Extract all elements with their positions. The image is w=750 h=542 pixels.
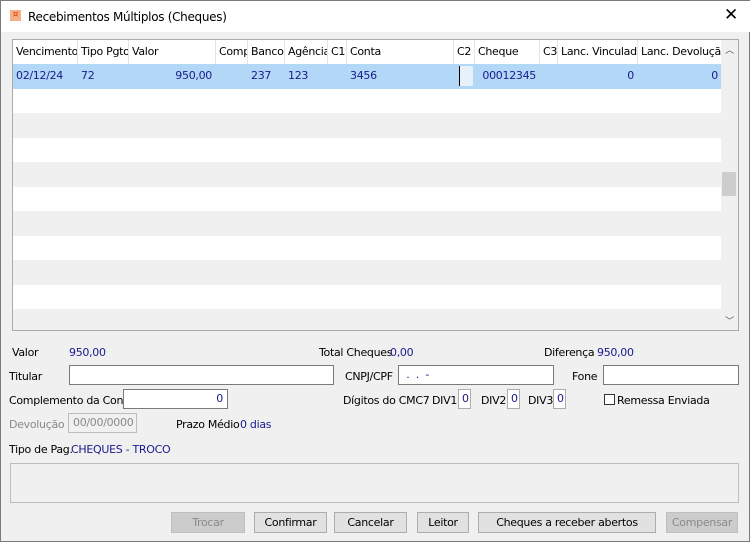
col-c1[interactable]: C1	[328, 40, 347, 64]
leitor-button[interactable]: Leitor	[417, 512, 469, 533]
empty-row[interactable]	[13, 211, 722, 236]
observacao-memo	[10, 463, 739, 503]
col-agencia[interactable]: Agência	[285, 40, 328, 64]
close-icon[interactable]: ✕	[721, 5, 741, 25]
complemento-input[interactable]: 0	[123, 389, 228, 409]
col-c2[interactable]: C2	[454, 40, 475, 64]
empty-row[interactable]	[13, 309, 722, 330]
col-c3[interactable]: C3	[540, 40, 558, 64]
div3-label: DIV3	[528, 394, 554, 407]
devolucao-input: 00/00/0000	[68, 413, 137, 433]
empty-row[interactable]	[13, 186, 722, 211]
tipo-pag-value: CHEQUES - TROCO	[71, 443, 171, 456]
cell-banco: 237	[251, 69, 272, 82]
empty-row[interactable]	[13, 284, 722, 309]
title-bar: ¤ Recebimentos Múltiplos (Cheques) ✕	[1, 1, 750, 32]
col-conta[interactable]: Conta	[347, 40, 454, 64]
div2-label: DIV2	[481, 394, 507, 407]
empty-row[interactable]	[13, 235, 722, 260]
col-lanc-devolucao[interactable]: Lanc. Devolução	[638, 40, 722, 64]
compensar-button: Compensar	[666, 512, 738, 533]
div1-input[interactable]: 0	[458, 389, 471, 409]
confirmar-button[interactable]: Confirmar	[254, 512, 327, 533]
cell-c2-editor[interactable]	[459, 66, 473, 86]
cell-agencia: 123	[288, 69, 309, 82]
prazo-medio-value: 0 dias	[240, 418, 272, 431]
prazo-medio-label: Prazo Médio	[176, 418, 240, 431]
div1-label: DIV1	[432, 394, 458, 407]
empty-row[interactable]	[13, 88, 722, 113]
col-valor[interactable]: Valor	[129, 40, 216, 64]
table-row[interactable]: 02/12/24 72 950,00 237 123 3456 00012345…	[13, 64, 722, 89]
cnpj-label: CNPJ/CPF	[345, 370, 393, 383]
window-title: Recebimentos Múltiplos (Cheques)	[28, 10, 227, 24]
valor-value: 950,00	[69, 346, 106, 359]
cell-cheque: 00012345	[482, 69, 536, 82]
diferenca-label: Diferença	[544, 346, 595, 359]
tipo-pag-label: Tipo de Pag.	[9, 443, 73, 456]
col-vencimento[interactable]: Vencimento	[13, 40, 78, 64]
vertical-scrollbar[interactable]: ︿ ﹀	[721, 40, 738, 330]
trocar-button: Trocar	[171, 512, 245, 533]
cell-lanc-devolucao: 0	[711, 69, 718, 82]
col-banco[interactable]: Banco	[248, 40, 285, 64]
diferenca-value: 950,00	[597, 346, 634, 359]
cancelar-button[interactable]: Cancelar	[334, 512, 407, 533]
empty-row[interactable]	[13, 113, 722, 138]
col-cheque[interactable]: Cheque	[475, 40, 540, 64]
cell-vencimento: 02/12/24	[16, 69, 64, 82]
div3-input[interactable]: 0	[553, 389, 566, 409]
cheques-abertos-button[interactable]: Cheques a receber abertos	[478, 512, 656, 533]
digitos-cmc7-label: Dígitos do CMC7	[343, 394, 430, 407]
cnpj-input[interactable]: . . -	[398, 365, 554, 385]
fone-label: Fone	[572, 370, 598, 383]
cell-valor: 950,00	[175, 69, 212, 82]
app-icon: ¤	[10, 10, 21, 21]
devolucao-label: Devolução	[9, 418, 65, 431]
valor-label: Valor	[12, 346, 39, 359]
empty-row[interactable]	[13, 162, 722, 187]
remessa-enviada-label[interactable]: Remessa Enviada	[617, 394, 710, 407]
complemento-label: Complemento da Conta	[9, 394, 134, 407]
div2-input[interactable]: 0	[507, 389, 520, 409]
cell-conta: 3456	[350, 69, 377, 82]
total-cheques-label: Total Cheques	[319, 346, 393, 359]
fone-input[interactable]	[603, 365, 739, 385]
scroll-thumb[interactable]	[722, 172, 736, 196]
cell-tipo: 72	[81, 69, 95, 82]
scroll-down-icon[interactable]: ﹀	[721, 314, 738, 327]
empty-row[interactable]	[13, 260, 722, 285]
titular-label: Titular	[9, 370, 42, 383]
empty-row[interactable]	[13, 137, 722, 162]
titular-input[interactable]	[69, 365, 334, 385]
grid-header: Vencimento Tipo Pgto. Valor Comp. Banco …	[13, 40, 722, 64]
col-comp[interactable]: Comp.	[216, 40, 248, 64]
dialog-window: ¤ Recebimentos Múltiplos (Cheques) ✕ Ven…	[0, 0, 750, 542]
cell-lanc-vinculado: 0	[627, 69, 634, 82]
col-lanc-vinculado[interactable]: Lanc. Vinculado	[558, 40, 638, 64]
total-cheques-value: 0,00	[390, 346, 414, 359]
cheques-grid[interactable]: Vencimento Tipo Pgto. Valor Comp. Banco …	[12, 39, 739, 331]
col-tipo-pgto[interactable]: Tipo Pgto.	[78, 40, 129, 64]
remessa-enviada-checkbox[interactable]	[604, 394, 615, 405]
scroll-up-icon[interactable]: ︿	[721, 43, 738, 56]
